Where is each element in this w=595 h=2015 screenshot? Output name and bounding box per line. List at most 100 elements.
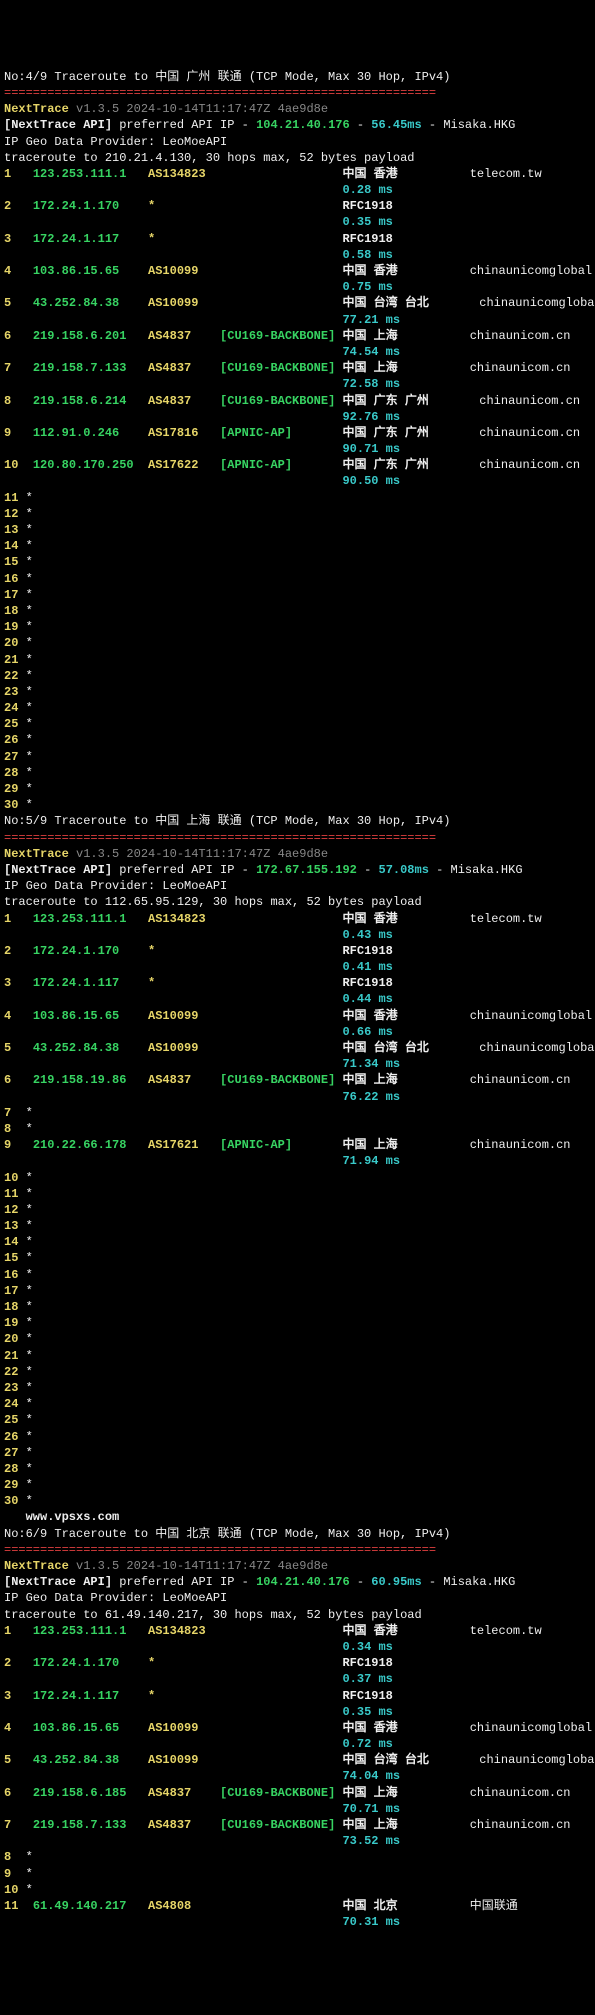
hop-row-star: 14 * [4, 538, 591, 554]
hop-row-star: 26 * [4, 732, 591, 748]
hop-row-star: 18 * [4, 1299, 591, 1315]
geo-provider: IP Geo Data Provider: LeoMoeAPI [4, 1591, 227, 1605]
api-ip: 104.21.40.176 [256, 118, 350, 132]
hop-row: 2 172.24.1.170 * RFC1918 0.35 ms [4, 198, 591, 230]
hop-row-star: 13 * [4, 522, 591, 538]
api-prefix: [NextTrace API] [4, 118, 112, 132]
api-ms: 60.95ms [371, 1575, 421, 1589]
hop-row-star: 13 * [4, 1218, 591, 1234]
geo-provider: IP Geo Data Provider: LeoMoeAPI [4, 879, 227, 893]
separator: ========================================… [4, 831, 436, 845]
hop-row-star: 12 * [4, 1202, 591, 1218]
hop-row: 3 172.24.1.117 * RFC1918 0.44 ms [4, 975, 591, 1007]
hop-row: 3 172.24.1.117 * RFC1918 0.58 ms [4, 231, 591, 263]
hop-row-star: 16 * [4, 1267, 591, 1283]
hop-row-star: 20 * [4, 635, 591, 651]
hop-row-star: 12 * [4, 506, 591, 522]
separator: ========================================… [4, 1543, 436, 1557]
hop-row-star: 24 * [4, 700, 591, 716]
hop-row: 8 * [4, 1121, 591, 1137]
api-loc: - Misaka.HKG [422, 1575, 516, 1589]
geo-provider: IP Geo Data Provider: LeoMoeAPI [4, 135, 227, 149]
hop-row: 8 * [4, 1849, 591, 1865]
hop-row-star: 29 * [4, 781, 591, 797]
hop-row-star: 27 * [4, 749, 591, 765]
separator: ========================================… [4, 86, 436, 100]
nexttrace-version: v1.3.5 2024-10-14T11:17:47Z 4ae9d8e [69, 847, 328, 861]
hop-row: 5 43.252.84.38 AS10099 中国 台湾 台北 chinauni… [4, 1752, 591, 1784]
hop-row: 2 172.24.1.170 * RFC1918 0.37 ms [4, 1655, 591, 1687]
hop-row: 10 * [4, 1882, 591, 1898]
api-ms: 56.45ms [371, 118, 421, 132]
api-mid: preferred API IP - [112, 863, 256, 877]
hop-row-star: 30 * [4, 1493, 591, 1509]
hop-row-star: 25 * [4, 1412, 591, 1428]
hop-row-star: 28 * [4, 765, 591, 781]
section-title: No:6/9 Traceroute to 中国 北京 联通 (TCP Mode,… [4, 1527, 450, 1541]
api-loc: - Misaka.HKG [422, 118, 516, 132]
hop-row-star: 23 * [4, 1380, 591, 1396]
api-mid: preferred API IP - [112, 1575, 256, 1589]
hop-row-star: 21 * [4, 1348, 591, 1364]
terminal-output: No:4/9 Traceroute to 中国 广州 联通 (TCP Mode,… [4, 69, 591, 1931]
hop-row: 7 219.158.7.133 AS4837 [CU169-BACKBONE] … [4, 1817, 591, 1849]
api-ms: 57.08ms [379, 863, 429, 877]
api-mid: preferred API IP - [112, 118, 256, 132]
nexttrace-name: NextTrace [4, 102, 69, 116]
hop-row: 3 172.24.1.117 * RFC1918 0.35 ms [4, 1688, 591, 1720]
hop-row-star: 24 * [4, 1396, 591, 1412]
nexttrace-name: NextTrace [4, 1559, 69, 1573]
hop-row-star: 27 * [4, 1445, 591, 1461]
hop-row: 9 210.22.66.178 AS17621 [APNIC-AP] 中国 上海… [4, 1137, 591, 1169]
hop-row: 4 103.86.15.65 AS10099 中国 香港 chinaunicom… [4, 1720, 591, 1752]
hop-row: 8 219.158.6.214 AS4837 [CU169-BACKBONE] … [4, 393, 591, 425]
hop-row-star: 19 * [4, 619, 591, 635]
hop-row: 4 103.86.15.65 AS10099 中国 香港 chinaunicom… [4, 1008, 591, 1040]
api-prefix: [NextTrace API] [4, 1575, 112, 1589]
section-title: No:4/9 Traceroute to 中国 广州 联通 (TCP Mode,… [4, 70, 450, 84]
hop-row-star: 22 * [4, 1364, 591, 1380]
hop-row: 9 112.91.0.246 AS17816 [APNIC-AP] 中国 广东 … [4, 425, 591, 457]
hop-row: 5 43.252.84.38 AS10099 中国 台湾 台北 chinauni… [4, 1040, 591, 1072]
hop-row-star: 10 * [4, 1170, 591, 1186]
hop-row-star: 20 * [4, 1331, 591, 1347]
hop-row: 2 172.24.1.170 * RFC1918 0.41 ms [4, 943, 591, 975]
hop-row-star: 17 * [4, 587, 591, 603]
hop-row: 10 120.80.170.250 AS17622 [APNIC-AP] 中国 … [4, 457, 591, 489]
api-ip: 172.67.155.192 [256, 863, 357, 877]
hop-row-star: 16 * [4, 571, 591, 587]
hop-row-star: 26 * [4, 1429, 591, 1445]
api-loc: - Misaka.HKG [429, 863, 523, 877]
nexttrace-version: v1.3.5 2024-10-14T11:17:47Z 4ae9d8e [69, 1559, 328, 1573]
hop-row-star: 14 * [4, 1234, 591, 1250]
nexttrace-name: NextTrace [4, 847, 69, 861]
hop-row-star: 30 * [4, 797, 591, 813]
hop-row-star: 11 * [4, 490, 591, 506]
hop-row-star: 15 * [4, 1250, 591, 1266]
hop-row: 9 * [4, 1866, 591, 1882]
hop-row: 6 219.158.6.201 AS4837 [CU169-BACKBONE] … [4, 328, 591, 360]
traceroute-cmd: traceroute to 61.49.140.217, 30 hops max… [4, 1608, 422, 1622]
hop-row: 1 123.253.111.1 AS134823 中国 香港 telecom.t… [4, 166, 591, 198]
hop-row: 4 103.86.15.65 AS10099 中国 香港 chinaunicom… [4, 263, 591, 295]
hop-row-star: 23 * [4, 684, 591, 700]
hop-row-star: 25 * [4, 716, 591, 732]
hop-row-star: 28 * [4, 1461, 591, 1477]
api-ip: 104.21.40.176 [256, 1575, 350, 1589]
hop-row-star: 29 * [4, 1477, 591, 1493]
hop-row: 6 219.158.19.86 AS4837 [CU169-BACKBONE] … [4, 1072, 591, 1104]
section-title: No:5/9 Traceroute to 中国 上海 联通 (TCP Mode,… [4, 814, 450, 828]
api-prefix: [NextTrace API] [4, 863, 112, 877]
hop-row-star: 18 * [4, 603, 591, 619]
hop-row-star: 22 * [4, 668, 591, 684]
watermark: www.vpsxs.com [4, 1510, 119, 1524]
hop-row: 6 219.158.6.185 AS4837 [CU169-BACKBONE] … [4, 1785, 591, 1817]
nexttrace-version: v1.3.5 2024-10-14T11:17:47Z 4ae9d8e [69, 102, 328, 116]
hop-row: 5 43.252.84.38 AS10099 中国 台湾 台北 chinauni… [4, 295, 591, 327]
traceroute-cmd: traceroute to 210.21.4.130, 30 hops max,… [4, 151, 414, 165]
traceroute-cmd: traceroute to 112.65.95.129, 30 hops max… [4, 895, 422, 909]
hop-row-star: 17 * [4, 1283, 591, 1299]
hop-row: 11 61.49.140.217 AS4808 中国 北京 中国联通 联通 70… [4, 1898, 591, 1930]
hop-row-star: 11 * [4, 1186, 591, 1202]
hop-row-star: 15 * [4, 554, 591, 570]
